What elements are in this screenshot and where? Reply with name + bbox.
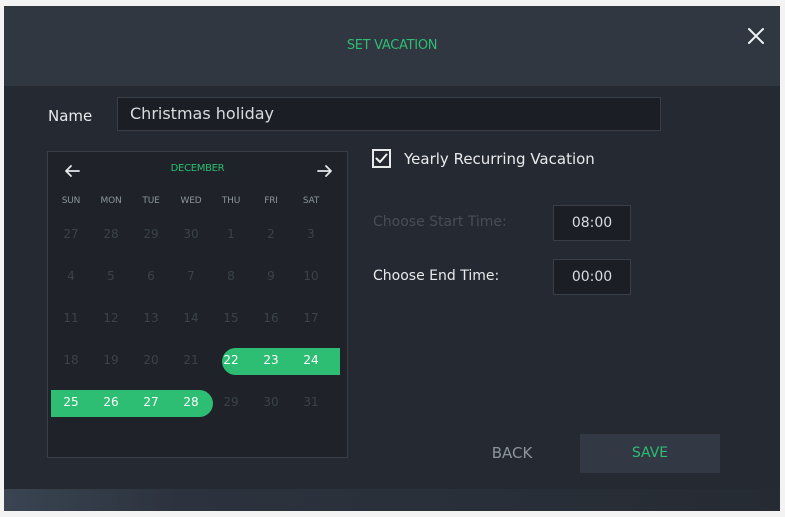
weekday-label: WED <box>180 196 202 206</box>
weekday-label: SAT <box>302 196 320 206</box>
calendar-day-selected[interactable]: 23 <box>251 353 291 367</box>
weekday-label: TUE <box>142 196 160 206</box>
back-button[interactable]: BACK <box>472 434 552 472</box>
calendar-day[interactable]: 27 <box>51 227 91 241</box>
calendar-day[interactable]: 3 <box>291 227 331 241</box>
end-time-label: Choose End Time: <box>373 268 500 284</box>
name-label: Name <box>48 107 93 125</box>
calendar-day-selected[interactable]: 25 <box>51 395 91 409</box>
weekday-label: MON <box>100 196 122 206</box>
calendar-day[interactable]: 8 <box>211 269 251 283</box>
calendar-day[interactable]: 7 <box>171 269 211 283</box>
bottom-strip <box>4 489 780 511</box>
checkmark-icon <box>375 153 388 163</box>
calendar-day[interactable]: 30 <box>251 395 291 409</box>
calendar-day[interactable]: 16 <box>251 311 291 325</box>
start-time-field[interactable]: 08:00 <box>553 205 631 241</box>
calendar-day[interactable]: 1 <box>211 227 251 241</box>
calendar-day[interactable]: 14 <box>171 311 211 325</box>
yearly-recurring-label: Yearly Recurring Vacation <box>404 150 595 168</box>
calendar-day[interactable]: 15 <box>211 311 251 325</box>
calendar-day[interactable]: 5 <box>91 269 131 283</box>
end-time-field[interactable]: 00:00 <box>553 259 631 295</box>
calendar-day[interactable]: 12 <box>91 311 131 325</box>
vacation-dialog: SET VACATION Name Christmas holiday DECE… <box>4 6 780 511</box>
calendar-day[interactable]: 2 <box>251 227 291 241</box>
calendar-day[interactable]: 31 <box>291 395 331 409</box>
yearly-recurring-checkbox[interactable] <box>372 149 391 168</box>
arrow-right-icon[interactable] <box>317 163 333 183</box>
calendar-day[interactable]: 19 <box>91 353 131 367</box>
calendar-day[interactable]: 11 <box>51 311 91 325</box>
calendar-day[interactable]: 13 <box>131 311 171 325</box>
calendar-day-selected[interactable]: 22 <box>211 353 251 367</box>
weekday-label: FRI <box>264 196 278 206</box>
calendar-day[interactable]: 21 <box>171 353 211 367</box>
weekday-label: THU <box>221 196 241 206</box>
name-input[interactable]: Christmas holiday <box>117 97 661 131</box>
calendar-day-selected[interactable]: 27 <box>131 395 171 409</box>
calendar: DECEMBER SUN MON TUE WED THU FRI SAT 27 28 29 30 1… <box>47 151 348 458</box>
calendar-day[interactable]: 29 <box>131 227 171 241</box>
calendar-day-selected[interactable]: 28 <box>171 395 211 409</box>
calendar-day[interactable]: 29 <box>211 395 251 409</box>
dialog-title: SET VACATION <box>346 38 438 53</box>
calendar-day[interactable]: 18 <box>51 353 91 367</box>
calendar-day-selected[interactable]: 26 <box>91 395 131 409</box>
calendar-day[interactable]: 28 <box>91 227 131 241</box>
start-time-label: Choose Start Time: <box>373 214 507 230</box>
calendar-day[interactable]: 4 <box>51 269 91 283</box>
calendar-day[interactable]: 20 <box>131 353 171 367</box>
calendar-day[interactable]: 30 <box>171 227 211 241</box>
calendar-day[interactable]: 17 <box>291 311 331 325</box>
calendar-month: DECEMBER <box>170 163 225 174</box>
save-button[interactable]: SAVE <box>580 434 720 473</box>
calendar-day[interactable]: 9 <box>251 269 291 283</box>
calendar-day[interactable]: 6 <box>131 269 171 283</box>
calendar-day[interactable]: 10 <box>291 269 331 283</box>
close-icon[interactable] <box>744 24 768 48</box>
calendar-day-selected[interactable]: 24 <box>291 353 331 367</box>
dialog-header: SET VACATION <box>4 6 780 86</box>
weekday-label: SUN <box>61 196 81 206</box>
